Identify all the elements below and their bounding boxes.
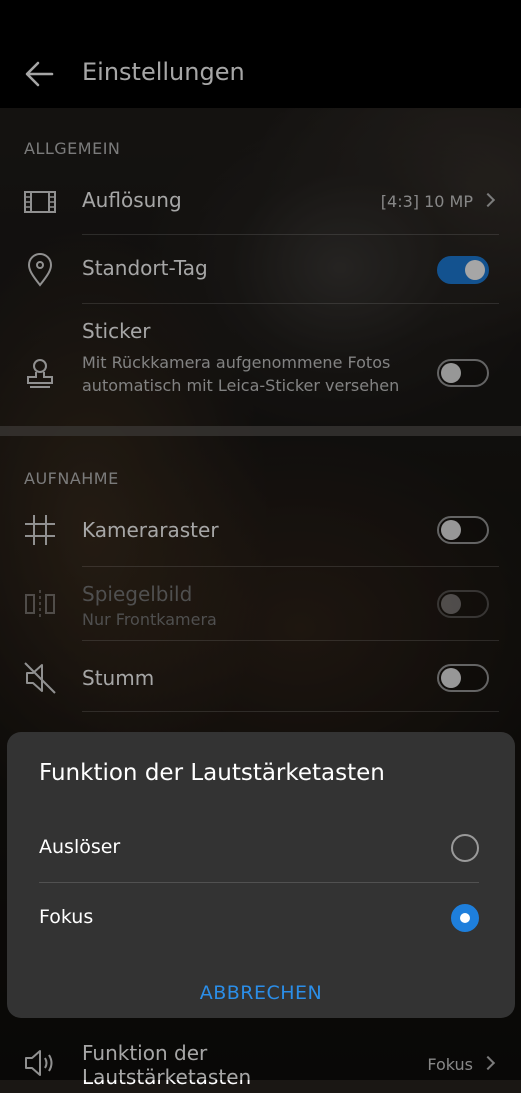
option-fokus[interactable]: Fokus: [7, 884, 515, 952]
radio-button-selected[interactable]: [451, 904, 479, 932]
option-label: Auslöser: [39, 836, 121, 858]
radio-button[interactable]: [451, 834, 479, 862]
cancel-button[interactable]: ABBRECHEN: [7, 982, 515, 1018]
dialog-title: Funktion der Lautstärketasten: [39, 760, 385, 786]
divider: [39, 882, 479, 883]
option-ausloeser[interactable]: Auslöser: [7, 814, 515, 882]
volume-keys-dialog: Funktion der Lautstärketasten Auslöser F…: [7, 732, 515, 1018]
option-label: Fokus: [39, 906, 94, 928]
